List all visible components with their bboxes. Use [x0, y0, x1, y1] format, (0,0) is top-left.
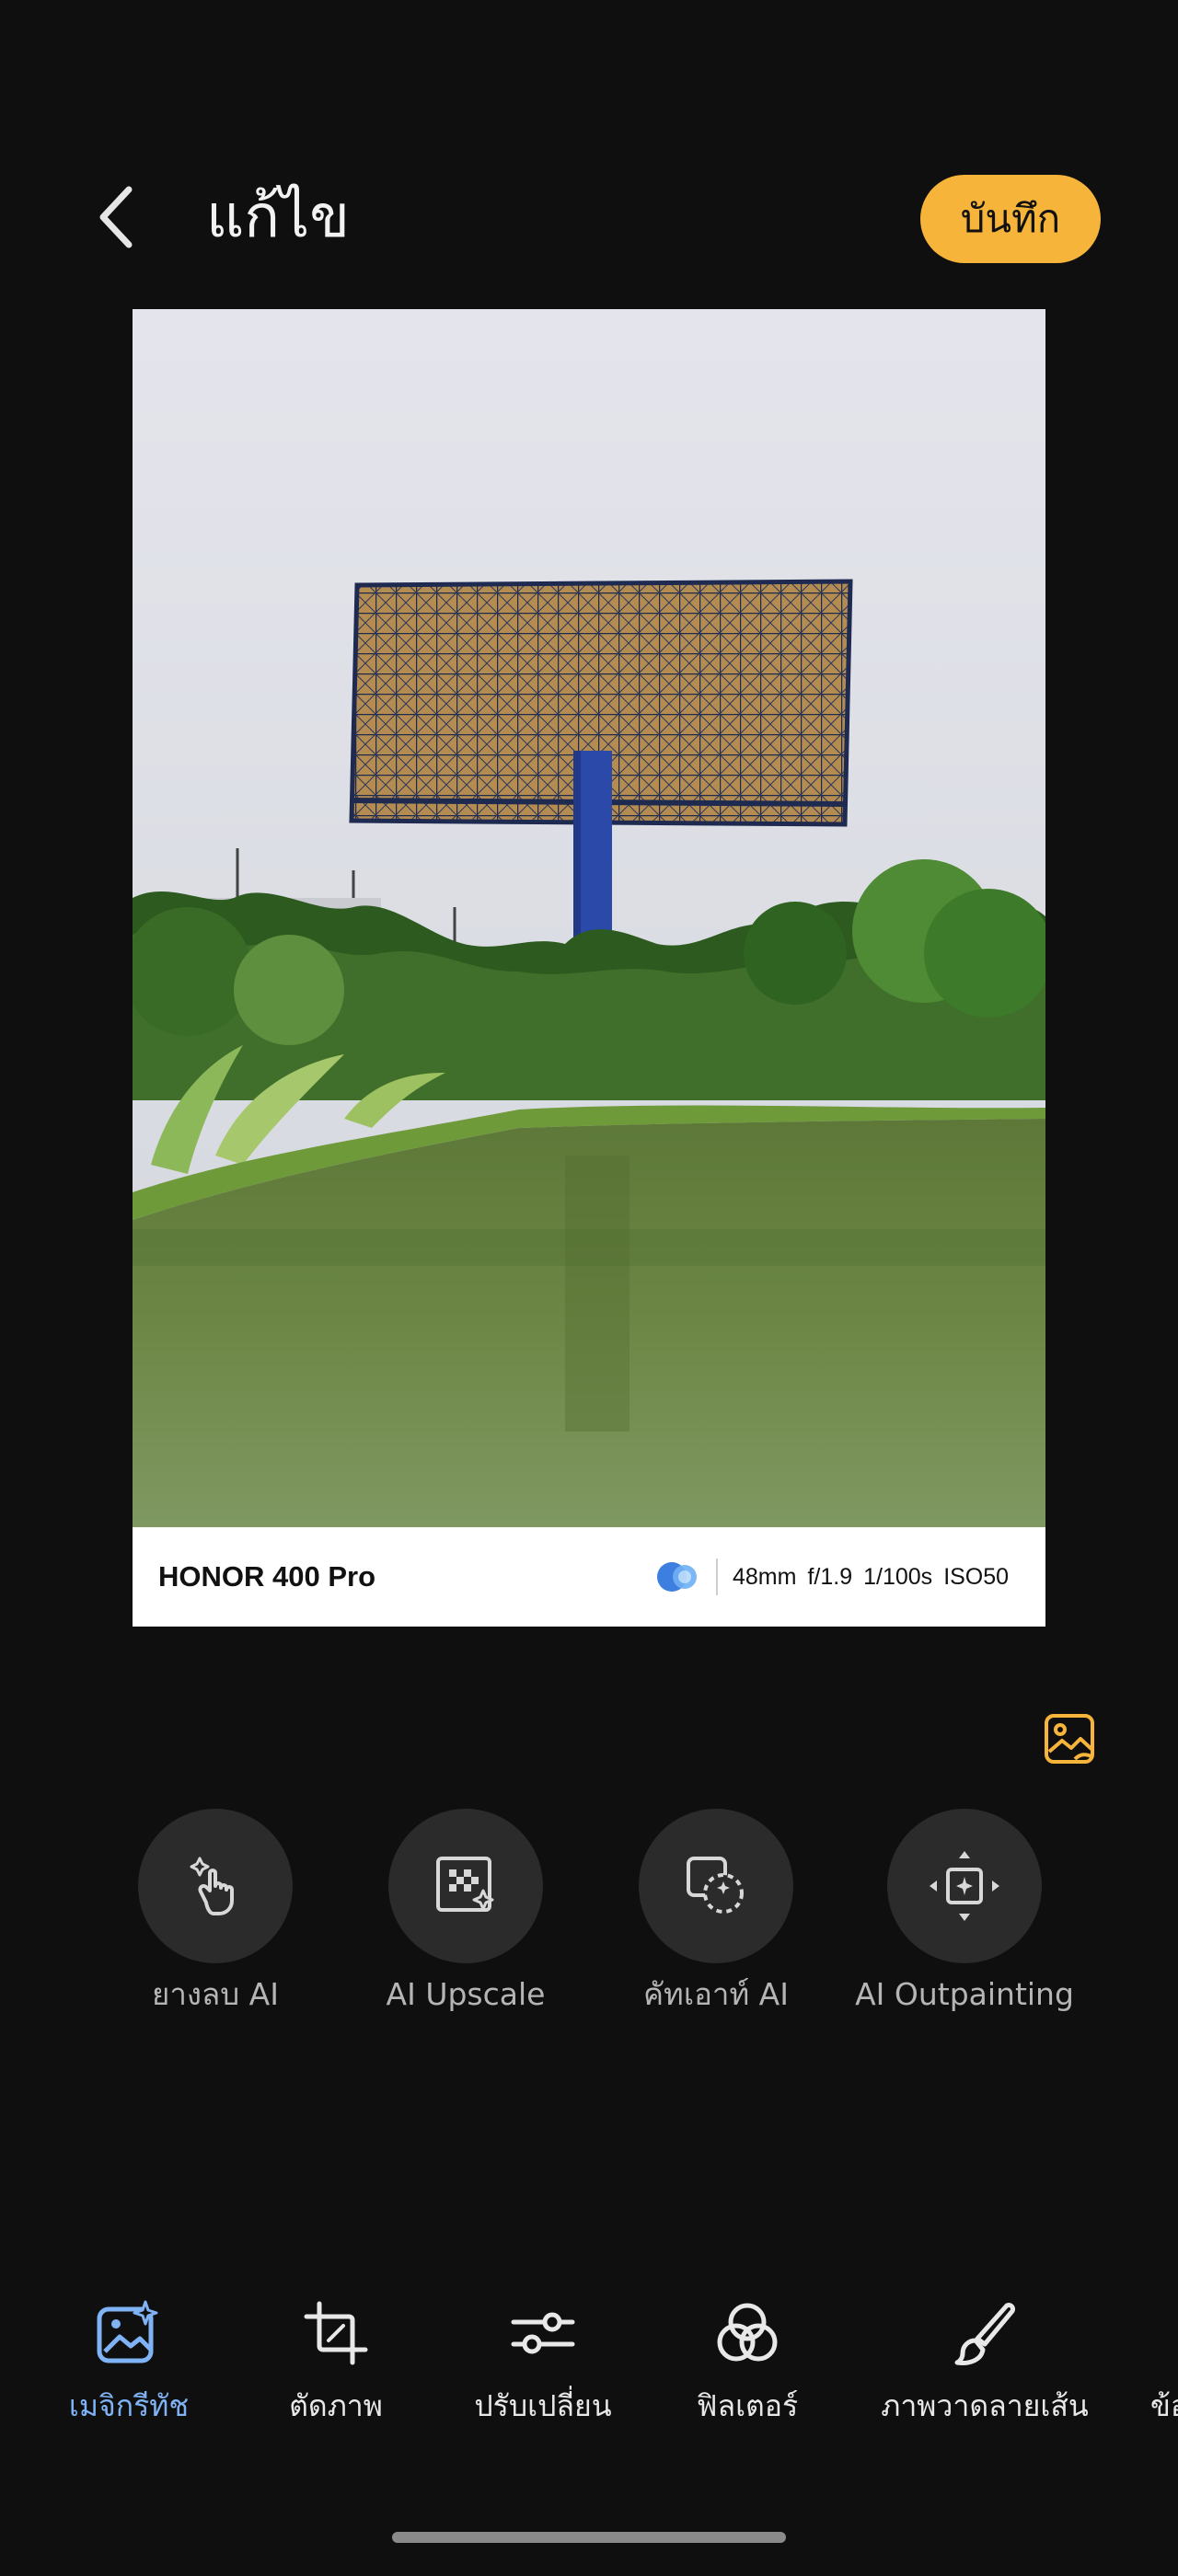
magic-retouch-icon	[97, 2300, 158, 2363]
iso: ISO50	[943, 1564, 1010, 1590]
ai-tool-label: AI Upscale	[386, 1976, 546, 2012]
tab-icon-wrap	[506, 2296, 580, 2370]
billboard-photo	[133, 309, 1045, 1527]
tab-label: ตัดภาพ	[289, 2388, 383, 2423]
tab-magic-retouch[interactable]: เมจิกรีทัช	[37, 2296, 221, 2434]
tab-icon-wrap	[92, 2296, 166, 2370]
image-icon	[1045, 1714, 1094, 1764]
ai-upscale-tool[interactable]: AI Upscale	[341, 1809, 591, 2030]
save-button[interactable]: บันทึก	[920, 175, 1101, 263]
tab-icon-wrap	[948, 2296, 1022, 2370]
page-title: แก้ไข	[206, 183, 350, 251]
ai-outpainting-tool[interactable]: AI Outpainting	[839, 1809, 1090, 2030]
ai-cutout-tool[interactable]: คัทเอาท์ AI	[591, 1809, 841, 2030]
ai-tool-circle	[887, 1809, 1042, 1963]
tab-filter[interactable]: ฟิลเตอร์	[664, 2296, 830, 2434]
ai-tool-circle	[138, 1809, 293, 1963]
ai-outpainting-icon	[930, 1851, 999, 1921]
tab-label: เมจิกรีทัช	[68, 2388, 190, 2423]
back-button[interactable]	[88, 180, 144, 254]
ai-eraser-icon	[190, 1857, 234, 1915]
ai-tool-label: ยางลบ AI	[152, 1976, 279, 2012]
ai-tool-circle	[639, 1809, 793, 1963]
tab-label: ปรับเปลี่ยน	[474, 2388, 612, 2423]
watermark-specs: 48mm f/1.9 1/100s ISO50	[733, 1557, 1020, 1597]
ai-eraser-tool[interactable]: ยางลบ AI	[90, 1809, 341, 2030]
home-indicator[interactable]	[392, 2532, 786, 2543]
crop-icon	[304, 2301, 368, 2365]
tab-icon-wrap	[710, 2296, 784, 2370]
ai-upscale-icon	[436, 1857, 494, 1912]
tab-icon-wrap	[299, 2296, 373, 2370]
brush-icon	[954, 2303, 1015, 2365]
ai-tool-label: AI Outpainting	[855, 1976, 1074, 2012]
watermark-model: HONOR 400 Pro	[158, 1560, 376, 1593]
chevron-left-icon	[99, 186, 133, 248]
tab-text[interactable]: ข้อ	[1150, 2296, 1178, 2434]
tab-label: ข้อ	[1150, 2388, 1178, 2423]
adjust-icon	[511, 2312, 575, 2354]
watermark-divider	[716, 1558, 718, 1595]
shutter-speed: 1/100s	[863, 1564, 933, 1590]
photo-preview[interactable]: HONOR 400 Pro 48mm f/1.9 1/100s ISO50	[133, 309, 1045, 1627]
tab-crop[interactable]: ตัดภาพ	[248, 2296, 423, 2434]
gallery-compare-button[interactable]	[1038, 1708, 1101, 1770]
ai-tool-circle	[388, 1809, 543, 1963]
camera-brand-logo-icon	[657, 1562, 697, 1592]
tab-adjust[interactable]: ปรับเปลี่ยน	[451, 2296, 635, 2434]
tab-label: ฟิลเตอร์	[696, 2388, 799, 2423]
ai-tool-label: คัทเอาท์ AI	[642, 1976, 789, 2012]
focal-length: 48mm	[733, 1564, 797, 1590]
filter-icon	[717, 2303, 778, 2362]
aperture: f/1.9	[807, 1564, 853, 1590]
tab-label: ภาพวาดลายเส้น	[881, 2388, 1089, 2423]
photo-watermark: HONOR 400 Pro 48mm f/1.9 1/100s ISO50	[133, 1527, 1045, 1627]
tab-line-drawing[interactable]: ภาพวาดลายเส้น	[865, 2296, 1104, 2434]
ai-cutout-icon	[687, 1857, 744, 1914]
